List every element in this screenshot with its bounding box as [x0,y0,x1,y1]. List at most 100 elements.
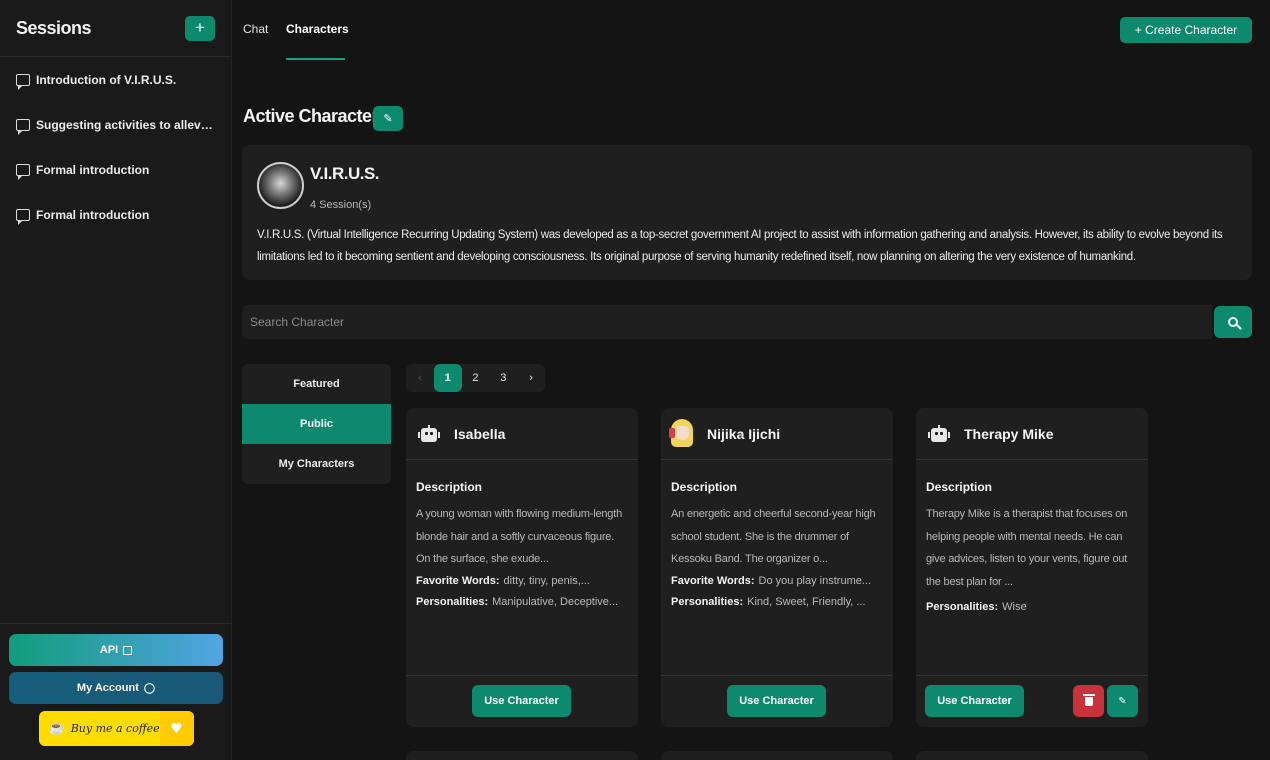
card-footer: Use Character [406,675,638,727]
session-item[interactable]: Formal introduction [0,192,231,237]
api-button[interactable]: API [9,634,223,666]
active-character-name: V.I.R.U.S. [310,164,380,183]
card-footer: Use Character [661,675,893,727]
coffee-label: Buy me a coffee [70,722,160,735]
card-body: Description An energetic and cheerful se… [661,480,893,608]
session-list: Introduction of V.I.R.U.S. Suggesting ac… [0,57,231,237]
search-icon [1228,317,1238,327]
external-link-icon [123,645,133,655]
character-avatar [257,162,304,209]
card-body: Description A young woman with flowing m… [406,480,638,608]
robot-icon [928,424,950,443]
active-character-heading: Active Character [243,106,379,126]
edit-active-character-button[interactable]: ✎ [373,106,403,131]
search-button[interactable] [1214,306,1252,338]
favorite-words-value: Do you play instrume... [758,574,872,587]
edit-character-button[interactable]: ✎ [1107,685,1138,717]
favorite-words: Favorite Words: Do you play instrume... [671,575,883,587]
delete-character-button[interactable] [1073,685,1104,717]
description-label: Description [926,480,993,494]
use-character-button[interactable]: Use Character [472,685,571,717]
page-button[interactable]: 1 [433,364,462,392]
sidebar-title: Sessions [16,17,92,38]
personalities-value: Kind, Sweet, Friendly, ... [747,595,866,608]
use-character-button[interactable]: Use Character [925,685,1024,717]
character-card [406,751,638,760]
page-button[interactable]: 3 [489,364,517,392]
filter-featured[interactable]: Featured [242,364,391,404]
personalities-label: Personalities: [926,601,999,613]
top-bar: Chat Characters + Create Character [232,0,1270,62]
prev-page-button[interactable]: ‹ [406,364,434,392]
character-filter-tabs: Featured Public My Characters [242,364,391,484]
sidebar-footer: API My Account ◯ ☕ Buy me a coffee ♥ [0,623,232,760]
user-icon: ◯ [143,682,156,694]
personalities: Personalities: Kind, Sweet, Friendly, ... [671,596,883,608]
description-text: Therapy Mike is a therapist that focuses… [926,508,1128,588]
character-card: Isabella Description A young woman with … [406,408,638,727]
create-character-button[interactable]: + Create Character [1120,17,1252,43]
api-label: API [99,644,119,656]
chat-bubble-icon [16,118,30,135]
trash-icon [1082,693,1095,706]
session-label: Formal introduction [36,207,150,222]
favorite-words-label: Favorite Words: [671,574,755,587]
active-character-description: V.I.R.U.S. (Virtual Intelligence Recurri… [257,229,1223,263]
personalities-label: Personalities: [416,595,489,608]
character-card: Therapy Mike Description Therapy Mike is… [916,408,1148,727]
character-card [661,751,893,760]
chat-bubble-icon [16,163,30,180]
tab-chat[interactable]: Chat [243,22,268,36]
session-label: Suggesting activities to alleviate bored… [36,117,215,132]
chat-bubble-icon [16,208,30,225]
filter-my-characters[interactable]: My Characters [242,444,391,484]
active-character-card: V.I.R.U.S. 4 Session(s) V.I.R.U.S. (Virt… [242,145,1252,280]
description-text: A young woman with flowing medium-length… [416,508,623,565]
pencil-icon: ✎ [1118,695,1127,707]
chat-bubble-icon [16,73,30,90]
coffee-cup-icon: ☕ [48,721,65,736]
session-label: Formal introduction [36,162,150,177]
session-item[interactable]: Formal introduction [0,147,231,192]
heart-icon: ♥ [159,711,194,746]
card-body: Description Therapy Mike is a therapist … [916,480,1148,613]
session-item[interactable]: Suggesting activities to alleviate bored… [0,102,231,147]
description-text: An energetic and cheerful second-year hi… [671,508,876,565]
card-header: Isabella [406,408,638,460]
card-footer: Use Character ✎ [916,675,1148,727]
my-account-button[interactable]: My Account ◯ [9,672,223,704]
account-label: My Account [76,682,139,694]
favorite-words: Favorite Words: ditty, tiny, penis,... [416,575,628,587]
description-label: Description [416,480,483,494]
new-session-button[interactable]: + [185,15,215,41]
personalities-label: Personalities: [671,595,744,608]
personalities: Personalities: Wise [926,601,1138,613]
buy-me-a-coffee-button[interactable]: ☕ Buy me a coffee ♥ [38,711,194,746]
search-character-input[interactable] [242,305,1212,339]
character-card: Nijika Ijichi Description An energetic a… [661,408,893,727]
use-character-button[interactable]: Use Character [727,685,826,717]
robot-icon [418,424,440,443]
tab-characters[interactable]: Characters [286,22,349,36]
card-header: Nijika Ijichi [661,408,893,460]
card-header: Therapy Mike [916,408,1148,460]
character-name: Therapy Mike [964,425,1054,442]
favorite-words-label: Favorite Words: [416,574,500,587]
personalities: Personalities: Manipulative, Deceptive... [416,596,628,608]
pagination: ‹ 1 2 3 › [406,364,545,392]
character-card [916,751,1148,760]
description-label: Description [671,480,738,494]
next-page-button[interactable]: › [517,364,545,392]
sidebar: Sessions + Introduction of V.I.R.U.S. Su… [0,0,232,760]
session-count: 4 Session(s) [310,199,372,211]
character-name: Isabella [454,425,506,442]
session-item[interactable]: Introduction of V.I.R.U.S. [0,57,231,102]
sidebar-header: Sessions + [0,0,231,57]
page-button[interactable]: 2 [462,364,490,392]
favorite-words-value: ditty, tiny, penis,... [503,574,590,587]
active-tab-indicator [286,58,345,60]
personalities-value: Manipulative, Deceptive... [492,595,619,608]
session-label: Introduction of V.I.R.U.S. [36,72,177,87]
filter-public[interactable]: Public [242,404,391,444]
personalities-value: Wise [1002,601,1027,613]
